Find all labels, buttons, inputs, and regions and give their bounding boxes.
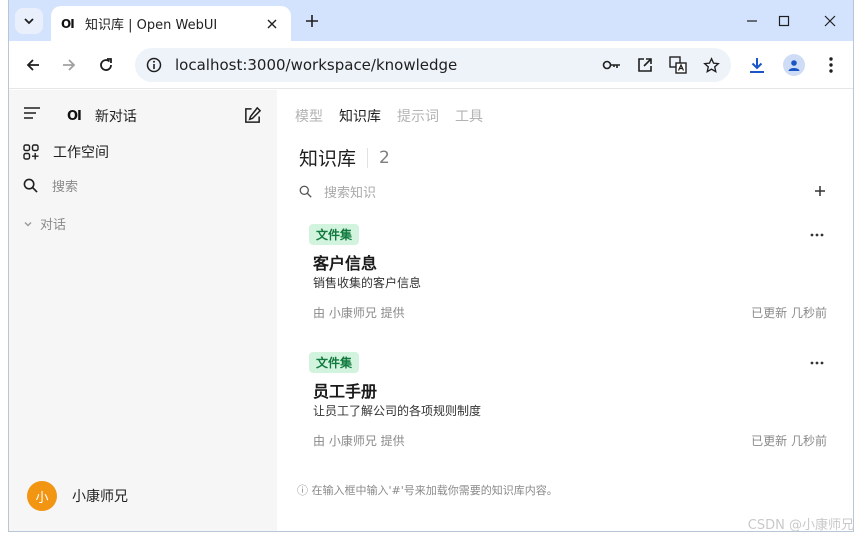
- maximize-icon: [778, 15, 790, 27]
- card-updated: 已更新 几秒前: [751, 434, 827, 448]
- card-updated: 已更新 几秒前: [751, 306, 827, 320]
- workspace-icon: [23, 144, 39, 160]
- downloads-button[interactable]: [745, 53, 769, 77]
- new-chat-item[interactable]: OI 新对话: [67, 106, 137, 126]
- external-link-icon: [638, 58, 652, 72]
- page-header: 知识库 2: [299, 144, 390, 171]
- card-description: 让员工了解公司的各项规则制度: [313, 404, 482, 418]
- main-content: 模型 知识库 提示词 工具 知识库 2 搜索知识 文件集 客户信息 销售收集的客…: [277, 90, 853, 531]
- browser-menu-button[interactable]: [819, 53, 843, 77]
- card-title: 员工手册: [313, 382, 378, 401]
- reload-icon: [100, 58, 112, 71]
- tip-text: ⓘ 在输入框中输入'#'号来加载你需要的知识库内容。: [297, 484, 558, 497]
- card-more-button[interactable]: [807, 356, 827, 370]
- tab-tools[interactable]: 工具: [455, 106, 483, 126]
- sidebar-search[interactable]: 搜索: [23, 176, 78, 195]
- tab-knowledge[interactable]: 知识库: [339, 106, 381, 126]
- chevron-down-icon: [24, 221, 32, 226]
- back-button[interactable]: [21, 53, 45, 77]
- edit-icon: [245, 106, 262, 123]
- forward-button[interactable]: [57, 53, 81, 77]
- workspace-tabs: 模型 知识库 提示词 工具: [295, 106, 483, 126]
- site-info-button[interactable]: [143, 54, 165, 76]
- new-chat-button[interactable]: [243, 106, 262, 125]
- tab-strip: OI 知识库 | Open WebUI: [9, 0, 853, 41]
- reload-button[interactable]: [94, 53, 118, 77]
- maximize-button[interactable]: [770, 8, 798, 34]
- chats-section-toggle[interactable]: 对话: [23, 214, 66, 233]
- knowledge-search-input[interactable]: 搜索知识: [324, 182, 811, 201]
- download-icon: [750, 58, 764, 73]
- star-icon: [702, 56, 720, 73]
- tab-favicon: OI: [61, 16, 75, 31]
- search-icon: [23, 178, 38, 193]
- sidebar-item-workspace[interactable]: 工作空间: [23, 142, 109, 162]
- close-icon: [824, 15, 836, 27]
- chats-section-label: 对话: [40, 218, 67, 233]
- browser-toolbar: localhost:3000/workspace/knowledge: [9, 41, 853, 89]
- window-close-button[interactable]: [816, 8, 844, 34]
- tab-close-button[interactable]: [263, 15, 281, 33]
- card-title: 客户信息: [313, 254, 378, 273]
- profile-button[interactable]: [782, 53, 806, 77]
- add-knowledge-button[interactable]: [811, 182, 829, 200]
- search-label: 搜索: [52, 180, 79, 195]
- card-author: 由 小康师兄 提供: [313, 434, 405, 448]
- sidebar-toggle-button[interactable]: [23, 106, 41, 120]
- header-divider: [367, 147, 369, 168]
- user-menu[interactable]: 小 小康师兄: [27, 481, 128, 511]
- tab-title: 知识库 | Open WebUI: [85, 18, 218, 33]
- knowledge-count: 2: [379, 147, 390, 168]
- close-icon: [267, 19, 277, 28]
- more-horizontal-icon: [810, 361, 824, 365]
- knowledge-card[interactable]: 文件集 员工手册 让员工了解公司的各项规则制度 由 小康师兄 提供 已更新 几秒…: [309, 352, 827, 462]
- menu-icon: [24, 107, 40, 119]
- minimize-button[interactable]: [738, 8, 766, 34]
- password-key-button[interactable]: [599, 52, 625, 78]
- browser-tab[interactable]: OI 知识库 | Open WebUI: [51, 6, 291, 41]
- minimize-icon: [747, 20, 757, 22]
- openwebui-logo: OI: [67, 108, 82, 124]
- profile-icon: [783, 54, 805, 76]
- knowledge-card[interactable]: 文件集 客户信息 销售收集的客户信息 由 小康师兄 提供 已更新 几秒前: [309, 224, 827, 334]
- plus-icon: [306, 15, 318, 27]
- collection-badge: 文件集: [309, 224, 360, 245]
- workspace-label: 工作空间: [53, 145, 109, 161]
- bookmark-button[interactable]: [698, 52, 724, 78]
- knowledge-search-bar: 搜索知识: [299, 180, 829, 202]
- new-chat-label: 新对话: [94, 109, 137, 125]
- knowledge-tip: ⓘ 在输入框中输入'#'号来加载你需要的知识库内容。: [297, 482, 558, 498]
- translate-icon: [669, 56, 687, 74]
- url-text: localhost:3000/workspace/knowledge: [175, 56, 458, 74]
- watermark: CSDN @小康师兄: [747, 518, 854, 533]
- sidebar: OI 新对话 工作空间 搜索 对话 小 小康师兄: [9, 90, 277, 531]
- card-description: 销售收集的客户信息: [313, 276, 422, 290]
- user-name: 小康师兄: [72, 489, 128, 505]
- translate-button[interactable]: [665, 52, 691, 78]
- avatar: 小: [27, 481, 57, 511]
- browser-window: OI 知识库 | Open WebUI localhost:3000/works…: [8, 0, 854, 532]
- search-icon: [299, 185, 312, 198]
- info-icon: [146, 57, 162, 73]
- tab-prompts[interactable]: 提示词: [397, 106, 439, 126]
- collection-badge: 文件集: [309, 352, 360, 373]
- tab-search-button[interactable]: [15, 8, 43, 34]
- plus-icon: [815, 186, 825, 196]
- more-horizontal-icon: [810, 233, 824, 237]
- chevron-down-icon: [24, 18, 34, 25]
- key-icon: [602, 60, 620, 70]
- kebab-menu-icon: [829, 57, 833, 73]
- tab-models[interactable]: 模型: [295, 106, 323, 126]
- open-in-app-button[interactable]: [632, 52, 658, 78]
- arrow-right-icon: [63, 59, 76, 71]
- card-more-button[interactable]: [807, 228, 827, 242]
- address-bar[interactable]: localhost:3000/workspace/knowledge: [135, 48, 731, 82]
- card-author: 由 小康师兄 提供: [313, 306, 405, 320]
- new-tab-button[interactable]: [301, 10, 323, 32]
- arrow-left-icon: [26, 59, 39, 71]
- page-title: 知识库: [299, 148, 357, 170]
